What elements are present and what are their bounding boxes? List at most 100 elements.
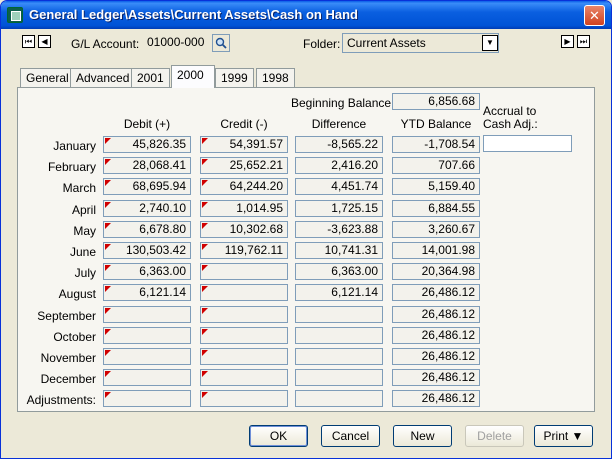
gl-account-label: G/L Account: — [71, 37, 140, 51]
debit-cell[interactable]: 130,503.42 — [103, 242, 191, 259]
debit-cell[interactable]: 6,363.00 — [103, 263, 191, 281]
credit-cell[interactable] — [200, 284, 288, 302]
folder-select[interactable]: Current Assets — [342, 33, 499, 53]
delete-button[interactable]: Delete — [465, 425, 524, 447]
ytd-cell: 26,486.12 — [392, 390, 480, 408]
debit-cell[interactable] — [103, 326, 191, 344]
debit-cell[interactable]: 45,826.35 — [103, 136, 191, 153]
ok-button[interactable]: OK — [249, 425, 308, 447]
print-button[interactable]: Print ▼ — [534, 425, 593, 447]
debit-cell[interactable] — [103, 305, 191, 323]
ytd-cell: -1,708.54 — [392, 136, 480, 153]
folder-label: Folder: — [303, 37, 341, 51]
ytd-cell: 20,364.98 — [392, 263, 480, 281]
month-label: September — [37, 308, 96, 323]
credit-cell[interactable] — [200, 305, 288, 323]
difference-cell: 1,725.15 — [295, 199, 383, 217]
credit-cell[interactable]: 25,652.21 — [200, 157, 288, 175]
difference-cell: 6,121.14 — [295, 284, 383, 302]
next-record-icon[interactable]: ▶ — [561, 35, 574, 48]
accrual-adjustment-input[interactable] — [483, 135, 572, 152]
gl-account-window: General Ledger\Assets\Current Assets\Cas… — [0, 0, 612, 459]
debit-cell[interactable]: 2,740.10 — [103, 199, 191, 217]
credit-cell[interactable] — [200, 390, 288, 408]
beginning-balance-label: Beginning Balance: — [291, 96, 395, 110]
account-lookup-button[interactable] — [212, 34, 230, 52]
difference-cell — [295, 348, 383, 365]
month-label: April — [71, 202, 96, 217]
credit-cell[interactable]: 64,244.20 — [200, 178, 288, 196]
folder-selected-value: Current Assets — [347, 36, 426, 50]
credit-column-header: Credit (-) — [220, 117, 268, 131]
month-label: October — [53, 329, 96, 344]
ytd-cell: 26,486.12 — [392, 284, 480, 302]
debit-cell[interactable]: 6,678.80 — [103, 220, 191, 238]
difference-cell: -3,623.88 — [295, 220, 383, 238]
tab-advanced[interactable]: Advanced — [70, 68, 136, 87]
month-label: July — [74, 266, 96, 281]
magnifier-icon — [215, 37, 227, 49]
debit-cell[interactable] — [103, 390, 191, 408]
tab-1999[interactable]: 1999 — [215, 68, 254, 87]
tab-general[interactable]: General — [20, 68, 75, 87]
difference-cell: -8,565.22 — [295, 136, 383, 153]
last-record-icon[interactable]: ⏭ — [577, 35, 590, 48]
tab-1998[interactable]: 1998 — [256, 68, 295, 87]
title-bar[interactable]: General Ledger\Assets\Current Assets\Cas… — [1, 1, 611, 29]
ytd-cell: 3,260.67 — [392, 220, 480, 238]
ytd-cell: 26,486.12 — [392, 326, 480, 344]
beginning-balance-value[interactable]: 6,856.68 — [392, 93, 480, 110]
difference-cell — [295, 305, 383, 323]
ytd-cell: 26,486.12 — [392, 305, 480, 323]
window-title: General Ledger\Assets\Current Assets\Cas… — [29, 7, 358, 22]
ytd-cell: 5,159.40 — [392, 178, 480, 196]
ledger-app-icon — [7, 7, 23, 23]
month-label: December — [40, 372, 96, 387]
ytd-cell: 707.66 — [392, 157, 480, 175]
debit-column-header: Debit (+) — [123, 117, 171, 131]
difference-cell: 2,416.20 — [295, 157, 383, 175]
credit-cell[interactable] — [200, 263, 288, 281]
difference-cell: 10,741.31 — [295, 242, 383, 259]
month-label: May — [73, 223, 96, 238]
credit-cell[interactable] — [200, 348, 288, 365]
debit-cell[interactable]: 28,068.41 — [103, 157, 191, 175]
credit-cell[interactable] — [200, 326, 288, 344]
ytd-cell: 26,486.12 — [392, 348, 480, 365]
month-label: November — [40, 351, 96, 365]
tab-2001[interactable]: 2001 — [131, 68, 170, 87]
gl-account-input[interactable]: 01000-000 — [143, 34, 211, 52]
debit-cell[interactable]: 6,121.14 — [103, 284, 191, 302]
debit-cell[interactable] — [103, 369, 191, 387]
month-label: March — [62, 181, 96, 196]
credit-cell[interactable] — [200, 369, 288, 387]
difference-cell: 4,451.74 — [295, 178, 383, 196]
month-label: June — [69, 245, 96, 259]
credit-cell[interactable]: 1,014.95 — [200, 199, 288, 217]
cancel-button[interactable]: Cancel — [321, 425, 380, 447]
ytd-cell: 14,001.98 — [392, 242, 480, 259]
accrual-label-line2: Cash Adj.: — [483, 117, 538, 131]
previous-record-icon[interactable]: ◀ — [38, 35, 51, 48]
tab-2000[interactable]: 2000 — [171, 65, 215, 88]
difference-cell — [295, 326, 383, 344]
debit-cell[interactable] — [103, 348, 191, 365]
ytd-cell: 26,486.12 — [392, 369, 480, 387]
accrual-label-line1: Accrual to — [483, 104, 537, 118]
ytd-balance-column-header: YTD Balance — [400, 117, 472, 131]
new-button[interactable]: New — [393, 425, 452, 447]
difference-cell — [295, 390, 383, 408]
ytd-cell: 6,884.55 — [392, 199, 480, 217]
month-label: August — [58, 287, 96, 302]
credit-cell[interactable]: 119,762.11 — [200, 242, 288, 259]
month-label: February — [47, 160, 96, 175]
difference-cell: 6,363.00 — [295, 263, 383, 281]
credit-cell[interactable]: 54,391.57 — [200, 136, 288, 153]
chevron-down-icon[interactable]: ▼ — [482, 35, 498, 51]
month-label: January — [53, 139, 96, 153]
credit-cell[interactable]: 10,302.68 — [200, 220, 288, 238]
month-label: Adjustments: — [26, 393, 96, 408]
first-record-icon[interactable]: ⏮ — [22, 35, 35, 48]
close-button[interactable]: ✕ — [584, 5, 605, 26]
debit-cell[interactable]: 68,695.94 — [103, 178, 191, 196]
